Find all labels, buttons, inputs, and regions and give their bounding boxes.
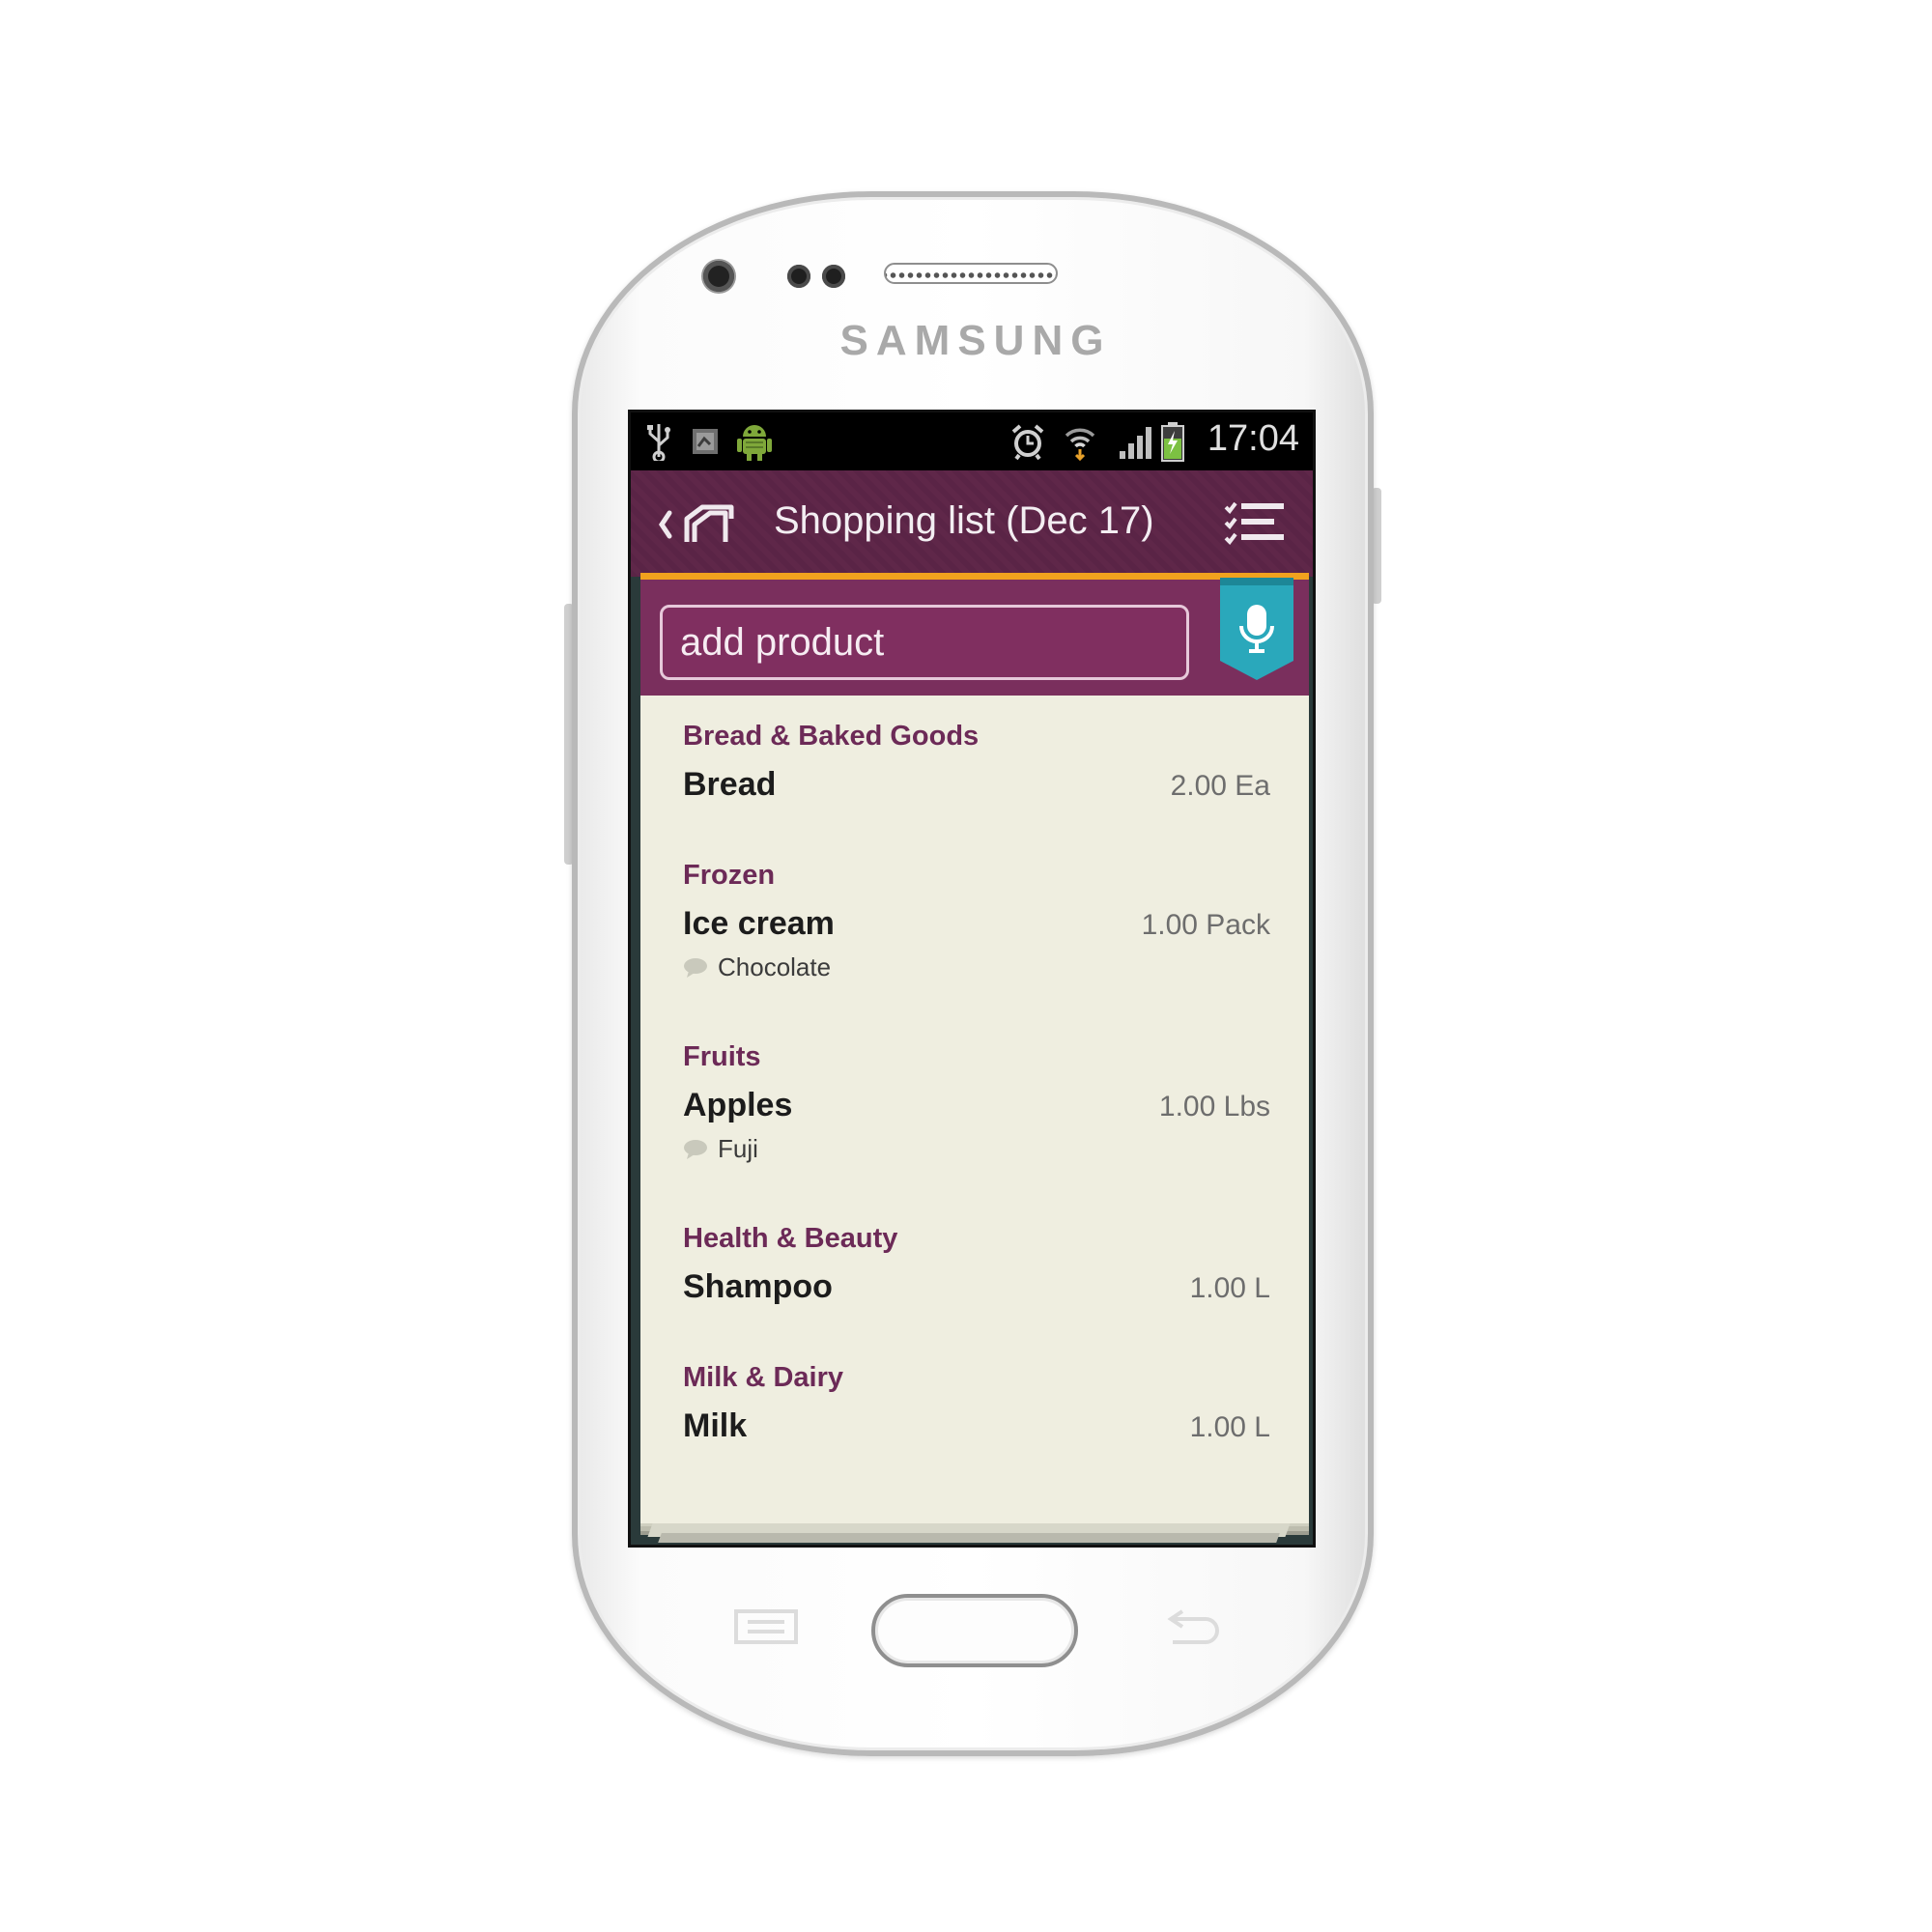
signal-icon	[1118, 420, 1160, 463]
brand-logo: SAMSUNG	[839, 317, 1112, 364]
product-note: Chocolate	[683, 952, 1270, 982]
note-text: Fuji	[718, 1134, 758, 1163]
back-key-icon	[1167, 1609, 1219, 1644]
note-text: Chocolate	[718, 952, 832, 981]
menu-key[interactable]	[732, 1607, 800, 1650]
product-name: Milk	[683, 1407, 748, 1444]
list-item[interactable]: Shampoo 1.00 L	[683, 1268, 1270, 1306]
front-camera	[703, 261, 734, 292]
alarm-icon	[1009, 420, 1046, 463]
earpiece-speaker	[884, 263, 1058, 284]
add-product-bar	[640, 578, 1309, 696]
voice-input-button[interactable]	[1220, 568, 1293, 684]
category-header: Health & Beauty	[683, 1223, 898, 1254]
back-key[interactable]	[1163, 1605, 1225, 1652]
product-quantity: 1.00 Pack	[1141, 909, 1270, 941]
list-item[interactable]: Milk 1.00 L	[683, 1407, 1270, 1445]
category-header: Bread & Baked Goods	[683, 721, 980, 752]
battery-charging-icon	[1160, 420, 1185, 463]
product-quantity: 2.00 Ea	[1170, 770, 1270, 802]
list-item[interactable]: Apples 1.00 Lbs	[683, 1087, 1270, 1124]
menu-key-icon	[734, 1609, 798, 1644]
sd-card-icon	[691, 420, 720, 463]
product-quantity: 1.00 Lbs	[1158, 1091, 1270, 1122]
comment-icon	[684, 957, 707, 978]
product-note: Fuji	[683, 1134, 1270, 1164]
category-header: Frozen	[683, 860, 776, 891]
light-sensor	[822, 265, 845, 288]
android-debug-icon	[735, 420, 774, 463]
usb-icon	[644, 420, 673, 463]
list-item[interactable]: Ice cream 1.00 Pack	[683, 905, 1270, 943]
wifi-icon	[1064, 420, 1096, 463]
page-title: Shopping list (Dec 17)	[774, 499, 1154, 542]
product-name: Ice cream	[683, 905, 835, 942]
action-bar: Shopping list (Dec 17)	[631, 470, 1313, 577]
home-up-button[interactable]	[656, 497, 743, 555]
add-product-input[interactable]	[660, 605, 1189, 680]
product-name: Shampoo	[683, 1268, 833, 1305]
screen: 17:04 Shopping list (Dec 17) add product…	[628, 410, 1316, 1548]
list-options-button[interactable]	[1220, 497, 1290, 555]
category-section: Milk & Dairy Milk 1.00 L	[683, 1362, 1270, 1445]
home-key[interactable]	[871, 1594, 1078, 1667]
product-name: Apples	[683, 1087, 793, 1123]
status-bar: 17:04	[631, 412, 1313, 470]
comment-icon	[684, 1139, 707, 1159]
category-section: Frozen Ice cream 1.00 Pack Chocolate	[683, 860, 1270, 982]
product-quantity: 1.00 L	[1189, 1411, 1270, 1443]
category-header: Fruits	[683, 1041, 761, 1072]
microphone-icon	[1220, 578, 1293, 680]
product-quantity: 1.00 L	[1189, 1272, 1270, 1304]
category-section: Fruits Apples 1.00 Lbs Fuji	[683, 1041, 1270, 1164]
back-home-icon	[658, 504, 734, 542]
clock: 17:04	[1207, 418, 1299, 459]
shopping-list: Bread & Baked Goods Bread 2.00 Ea Frozen…	[640, 696, 1309, 1523]
product-name: Bread	[683, 766, 777, 803]
proximity-sensor	[787, 265, 810, 288]
category-section: Health & Beauty Shampoo 1.00 L	[683, 1223, 1270, 1306]
list-item[interactable]: Bread 2.00 Ea	[683, 766, 1270, 804]
category-header: Milk & Dairy	[683, 1362, 843, 1393]
list-menu-icon	[1224, 501, 1284, 546]
category-section: Bread & Baked Goods Bread 2.00 Ea	[683, 721, 1270, 804]
accent-divider	[640, 573, 1309, 580]
page-stack-edge	[658, 1533, 1280, 1543]
